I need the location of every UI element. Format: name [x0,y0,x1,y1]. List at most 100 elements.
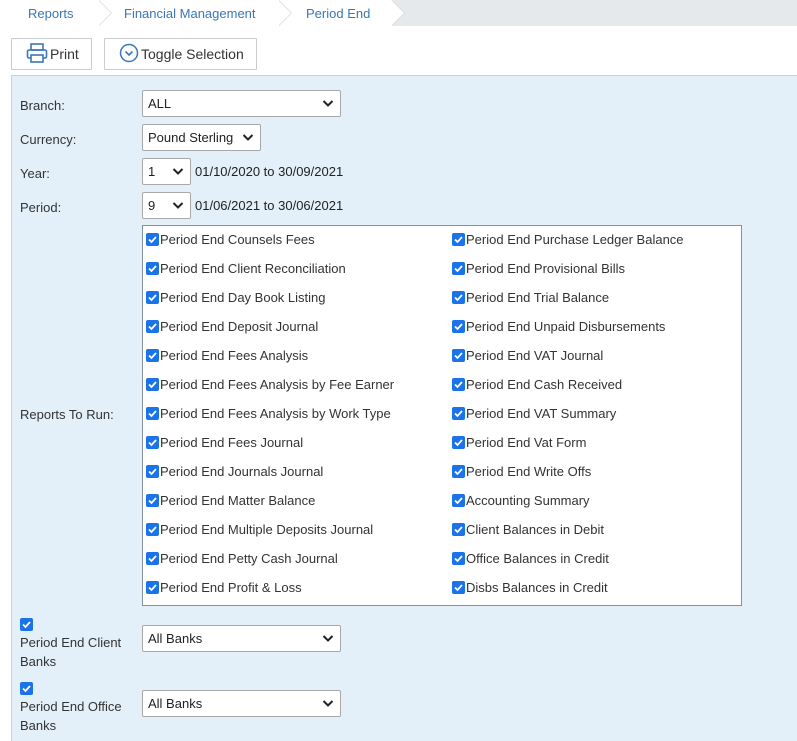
report-checkbox-item[interactable]: Period End Matter Balance [146,493,394,522]
report-label: Period End Deposit Journal [160,319,319,334]
report-label: Period End Cash Received [466,377,623,392]
year-value: 1 [148,164,156,179]
report-checkbox-item[interactable]: Period End Counsels Fees [146,232,394,261]
report-label: Period End Multiple Deposits Journal [160,522,374,537]
report-label: Period End Counsels Fees [160,232,315,247]
client-banks-checkbox[interactable] [20,618,33,631]
report-checkbox-item[interactable]: Period End Fees Journal [146,435,394,464]
check-icon [454,294,463,302]
check-icon [454,526,463,534]
report-checkbox-item[interactable]: Period End Vat Form [452,435,684,464]
checkbox-checked[interactable] [452,320,465,333]
report-label: Period End Journals Journal [160,464,324,479]
report-checkbox-item[interactable]: Period End Provisional Bills [452,261,684,290]
check-icon [148,468,157,476]
breadcrumb-reports[interactable]: Reports [0,0,112,26]
check-icon [148,323,157,331]
breadcrumb-spacer [391,0,797,26]
office-banks-value: All Banks [148,696,203,711]
checkbox-checked[interactable] [146,349,159,362]
currency-select[interactable]: Pound Sterling [142,124,261,151]
report-checkbox-item[interactable]: Period End Day Book Listing [146,290,394,319]
chevron-down-icon [242,134,254,141]
report-checkbox-item[interactable]: Period End Fees Analysis [146,348,394,377]
chevron-down-icon [322,100,334,107]
period-select[interactable]: 9 [142,192,191,219]
report-checkbox-item[interactable]: Period End Profit & Loss [146,580,394,609]
checkbox-checked[interactable] [452,378,465,391]
report-checkbox-item[interactable]: Period End Multiple Deposits Journal [146,522,394,551]
toggle-selection-label: Toggle Selection [141,46,244,62]
check-icon [454,584,463,592]
toggle-selection-button[interactable]: Toggle Selection [104,38,257,70]
checkbox-checked[interactable] [452,436,465,449]
checkbox-checked[interactable] [146,378,159,391]
checkbox-checked[interactable] [452,233,465,246]
checkbox-checked[interactable] [452,291,465,304]
report-label: Period End Trial Balance [466,290,610,305]
checkbox-checked[interactable] [146,262,159,275]
checkbox-checked[interactable] [452,349,465,362]
checkbox-checked[interactable] [146,291,159,304]
currency-value: Pound Sterling [148,130,234,145]
reports-column-left: Period End Counsels Fees Period End Clien… [146,232,394,609]
print-label: Print [50,46,79,62]
checkbox-checked[interactable] [146,320,159,333]
checkbox-checked[interactable] [146,465,159,478]
check-icon [22,685,31,693]
year-select[interactable]: 1 [142,158,191,185]
breadcrumb-period-end[interactable]: Period End [278,0,405,26]
checkbox-checked[interactable] [452,552,465,565]
report-checkbox-item[interactable]: Period End Fees Analysis by Fee Earner [146,377,394,406]
report-checkbox-item[interactable]: Client Balances in Debit [452,522,684,551]
report-checkbox-item[interactable]: Period End Petty Cash Journal [146,551,394,580]
checkbox-checked[interactable] [452,407,465,420]
checkbox-checked[interactable] [452,465,465,478]
check-icon [148,584,157,592]
checkbox-checked[interactable] [452,581,465,594]
office-banks-select[interactable]: All Banks [142,690,341,717]
office-banks-checkbox[interactable] [20,682,33,695]
report-checkbox-item[interactable]: Period End Client Reconciliation [146,261,394,290]
report-checkbox-item[interactable]: Period End Fees Analysis by Work Type [146,406,394,435]
breadcrumb-financial-management[interactable]: Financial Management [98,0,292,26]
report-checkbox-item[interactable]: Period End VAT Summary [452,406,684,435]
check-icon [454,555,463,563]
checkbox-checked[interactable] [452,494,465,507]
report-checkbox-item[interactable]: Period End Journals Journal [146,464,394,493]
report-checkbox-item[interactable]: Period End Deposit Journal [146,319,394,348]
checkbox-checked[interactable] [146,552,159,565]
report-label: Period End Petty Cash Journal [160,551,338,566]
report-checkbox-item[interactable]: Accounting Summary [452,493,684,522]
report-checkbox-item[interactable]: Period End Cash Received [452,377,684,406]
year-label: Year: [20,166,50,181]
check-icon [148,265,157,273]
checkbox-checked[interactable] [146,436,159,449]
checkbox-checked[interactable] [146,523,159,536]
report-label: Accounting Summary [466,493,590,508]
checkbox-checked[interactable] [146,494,159,507]
check-icon [454,410,463,418]
report-checkbox-item[interactable]: Period End Unpaid Disbursements [452,319,684,348]
report-checkbox-item[interactable]: Office Balances in Credit [452,551,684,580]
print-button[interactable]: Print [11,38,92,70]
checkbox-checked[interactable] [452,262,465,275]
report-checkbox-item[interactable]: Period End VAT Journal [452,348,684,377]
checkbox-checked[interactable] [146,233,159,246]
checkbox-checked[interactable] [452,523,465,536]
reports-column-right: Period End Purchase Ledger Balance Period… [452,232,684,609]
breadcrumb: Reports Financial Management Period End [0,0,797,26]
check-icon [454,236,463,244]
client-banks-select[interactable]: All Banks [142,625,341,652]
check-icon [454,352,463,360]
report-checkbox-item[interactable]: Period End Trial Balance [452,290,684,319]
toolbar: Print Toggle Selection [11,38,257,70]
report-checkbox-item[interactable]: Disbs Balances in Credit [452,580,684,609]
checkbox-checked[interactable] [146,407,159,420]
branch-value: ALL [148,96,172,111]
report-checkbox-item[interactable]: Period End Write Offs [452,464,684,493]
branch-select[interactable]: ALL [142,90,341,117]
checkbox-checked[interactable] [146,581,159,594]
report-checkbox-item[interactable]: Period End Purchase Ledger Balance [452,232,684,261]
office-banks-label: Period End Office Banks [20,699,122,733]
